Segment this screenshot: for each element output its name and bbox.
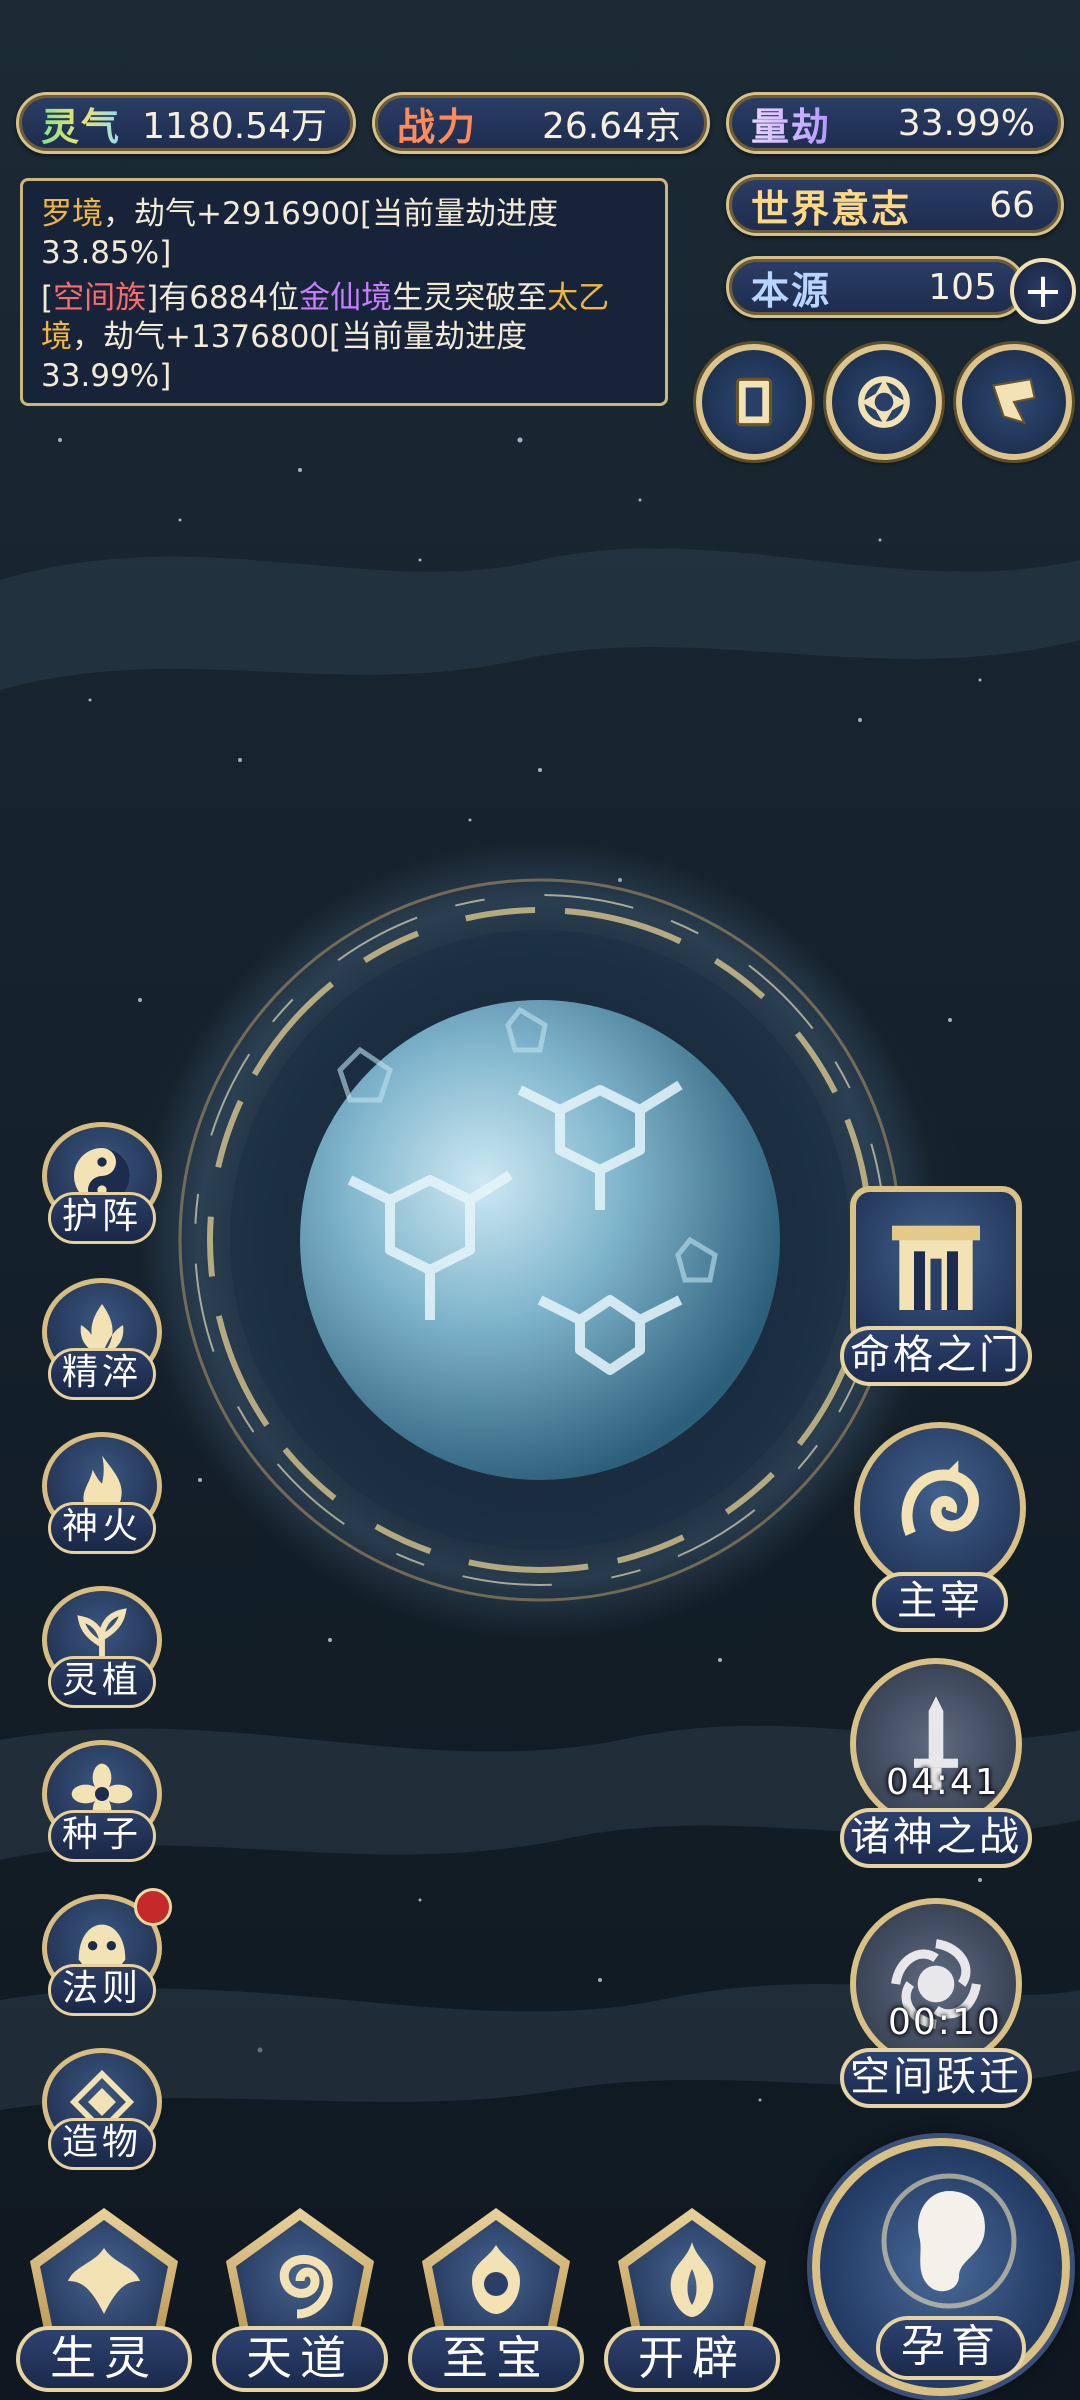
menu-faze[interactable]: 法则 (38, 1888, 172, 2022)
menu-label: 主宰 (872, 1572, 1008, 1632)
menu-label: 精淬 (48, 1348, 156, 1400)
menu-label: 造物 (48, 2118, 156, 2170)
menu-space-jump[interactable]: 00:10 空间跃迁 (836, 1898, 1036, 2108)
nav-label: 天道 (212, 2326, 388, 2392)
menu-mingge-gate[interactable]: 命格之门 (836, 1186, 1036, 1396)
menu-zaowu[interactable]: 造物 (38, 2048, 166, 2176)
yunyu-label: 孕育 (876, 2316, 1026, 2380)
nav-label: 开辟 (604, 2326, 780, 2392)
sword-icon (850, 1658, 1022, 1830)
menu-shenhuo[interactable]: 神火 (38, 1432, 166, 1560)
menu-label: 命格之门 (840, 1326, 1032, 1386)
nav-label: 至宝 (408, 2326, 584, 2392)
treasure-icon (432, 2220, 560, 2342)
menu-lingzhi[interactable]: 灵植 (38, 1586, 166, 1714)
menu-label: 法则 (48, 1964, 156, 2016)
yunyu-button[interactable]: 孕育 (812, 2138, 1070, 2396)
dragon-icon (854, 1422, 1026, 1594)
portal-icon (850, 1898, 1022, 2070)
nav-zhibao[interactable]: 至宝 (408, 2208, 584, 2398)
menu-zhongzi[interactable]: 种子 (38, 1740, 166, 1868)
menu-zhuzai[interactable]: 主宰 (848, 1422, 1032, 1632)
menu-label: 空间跃迁 (840, 2048, 1032, 2108)
menu-zhushen-war[interactable]: 04:41 诸神之战 (836, 1658, 1036, 1868)
countdown-timer: 00:10 (888, 2002, 1002, 2043)
embryo-icon (881, 2173, 1017, 2309)
gate-icon (850, 1186, 1022, 1346)
swirl-icon (236, 2220, 364, 2342)
nav-tiandao[interactable]: 天道 (212, 2208, 388, 2398)
menu-jingcui[interactable]: 精淬 (38, 1278, 166, 1406)
menu-label: 灵植 (48, 1656, 156, 1708)
nav-label: 生灵 (16, 2326, 192, 2392)
menu-huzhen[interactable]: 护阵 (38, 1122, 166, 1250)
flame-crest-icon (628, 2220, 756, 2342)
menu-label: 护阵 (48, 1192, 156, 1244)
notification-badge (134, 1888, 172, 1926)
menu-label: 诸神之战 (840, 1808, 1032, 1868)
countdown-timer: 04:41 (886, 1762, 1000, 1803)
phoenix-icon (40, 2220, 168, 2342)
menu-label: 神火 (48, 1502, 156, 1554)
nav-kaipi[interactable]: 开辟 (604, 2208, 780, 2398)
nav-shengling[interactable]: 生灵 (16, 2208, 192, 2398)
menu-label: 种子 (48, 1810, 156, 1862)
